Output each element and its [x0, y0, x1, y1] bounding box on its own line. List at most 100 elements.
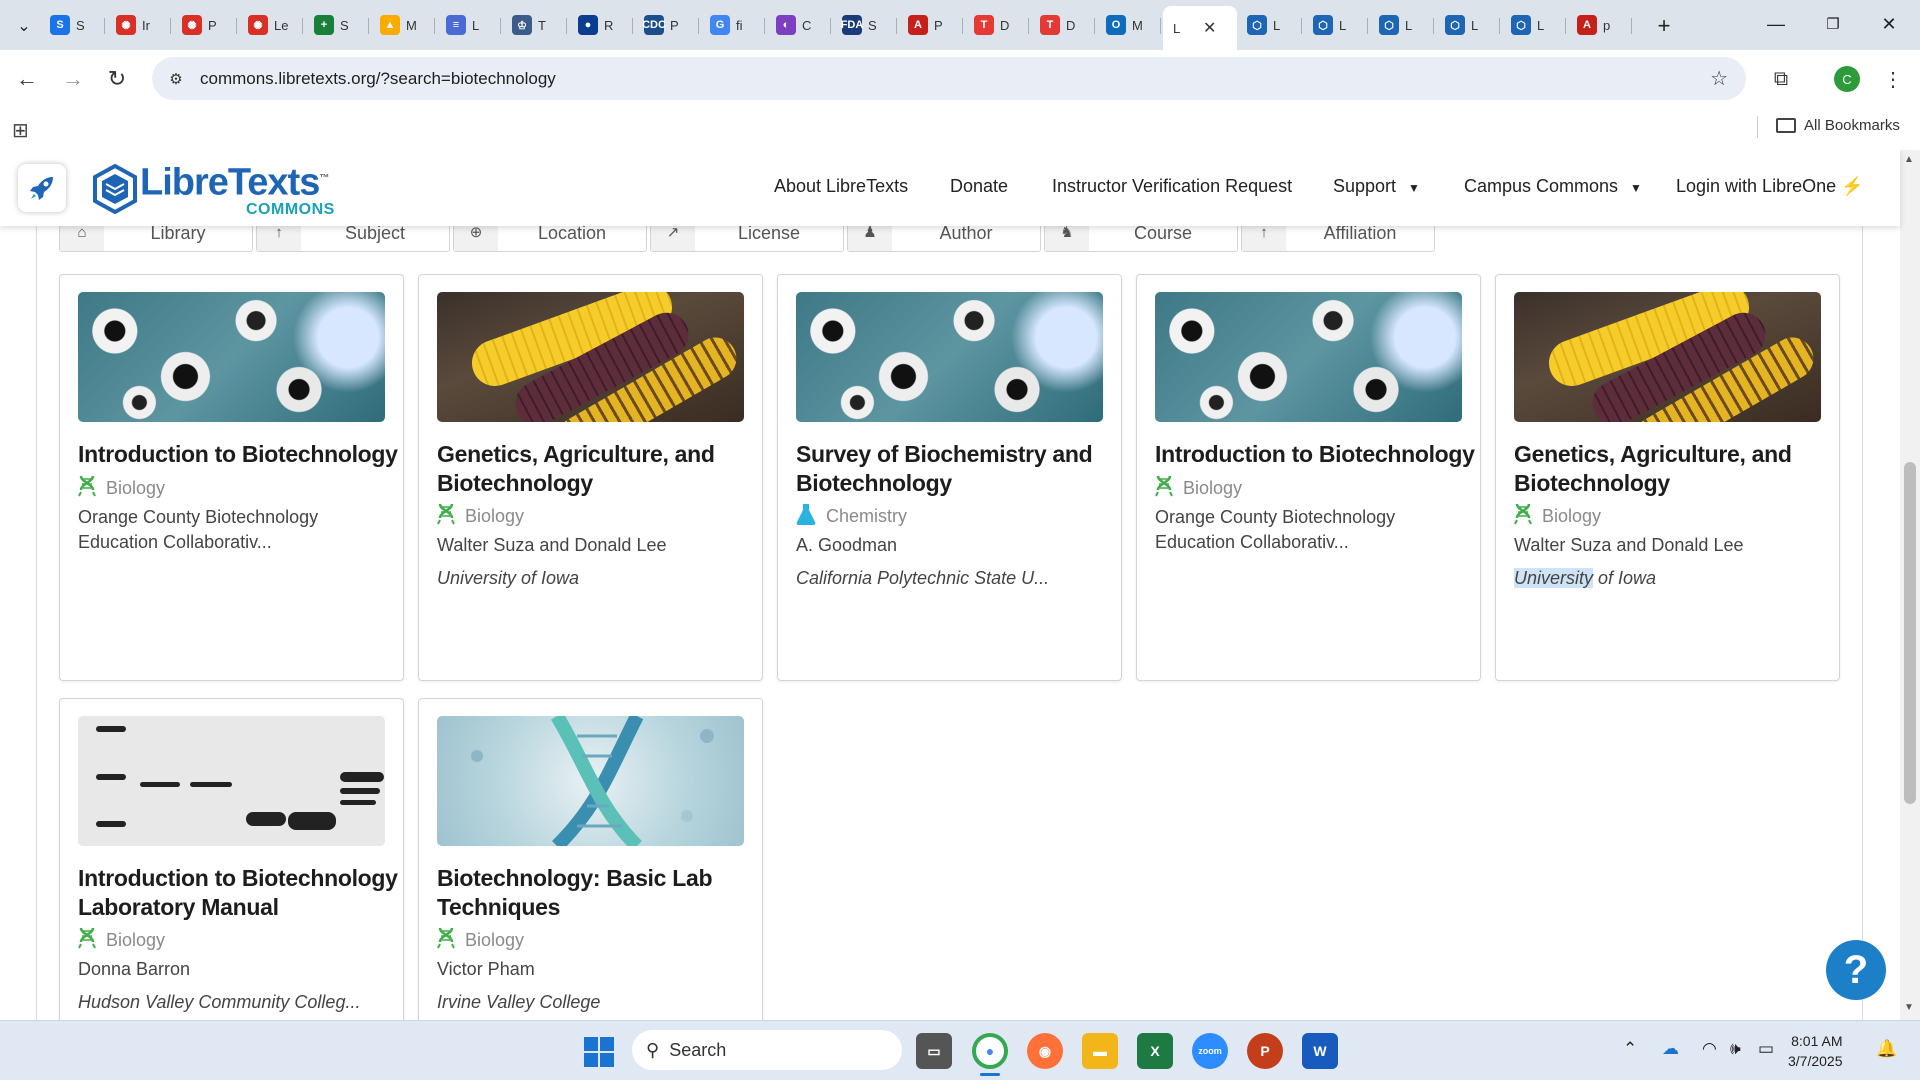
battery-icon[interactable]: ▭	[1758, 1039, 1774, 1059]
result-title[interactable]: Genetics, Agriculture, and Biotechnology	[437, 440, 757, 498]
forward-icon[interactable]: →	[56, 62, 90, 96]
browser-tab[interactable]: Ap	[1567, 8, 1631, 42]
browser-tab[interactable]: ⬡ L	[1435, 8, 1499, 42]
browser-tab[interactable]: ✺ Le	[238, 8, 302, 42]
browser-tab[interactable]: L ✕	[1163, 6, 1237, 50]
browser-tab[interactable]: TD	[964, 8, 1028, 42]
reload-icon[interactable]: ↻	[100, 62, 134, 96]
back-icon[interactable]: ←	[10, 62, 44, 96]
result-title[interactable]: Genetics, Agriculture, and Biotechnology	[1514, 440, 1834, 498]
browser-tab[interactable]: ● R	[568, 8, 632, 42]
file-explorer-icon[interactable]: ▬	[1082, 1033, 1118, 1069]
tab-title: L	[472, 17, 480, 33]
browser-tab[interactable]: Gfi	[700, 8, 764, 42]
browser-tab[interactable]: ≡ L	[436, 8, 500, 42]
task-view-icon[interactable]: ▭	[916, 1033, 952, 1069]
result-card[interactable]: Introduction to Biotechnology Biology Oran…	[1136, 274, 1481, 681]
result-affiliation: Hudson Valley Community Colleg...	[78, 992, 361, 1012]
browser-tab[interactable]: TD	[1030, 8, 1094, 42]
site-info-icon[interactable]: ⚙	[160, 70, 192, 88]
wifi-icon[interactable]: ◠	[1702, 1039, 1717, 1059]
new-tab-icon[interactable]: +	[1648, 10, 1680, 42]
petri-dish-image[interactable]	[796, 292, 1103, 422]
browser-tab[interactable]: ✺ P	[172, 8, 236, 42]
word-icon[interactable]: W	[1302, 1033, 1338, 1069]
result-title[interactable]: Survey of Biochemistry and Biotechnology	[796, 440, 1116, 498]
browser-tab[interactable]: AP	[898, 8, 962, 42]
scrollbar-thumb[interactable]	[1904, 462, 1916, 804]
corn-image[interactable]	[1514, 292, 1821, 422]
petri-dish-image[interactable]	[1155, 292, 1462, 422]
browser-tab[interactable]: ✺ Ir	[106, 8, 170, 42]
dna-icon	[437, 503, 455, 530]
browser-tab[interactable]: ⬡ L	[1369, 8, 1433, 42]
powerpoint-icon[interactable]: P	[1247, 1033, 1283, 1069]
volume-icon[interactable]: 🕪	[1730, 1039, 1741, 1059]
address-bar[interactable]: ⚙ commons.libretexts.org/?search=biotech…	[152, 57, 1746, 100]
firefox-taskbar-icon[interactable]: ◉	[1027, 1033, 1063, 1069]
result-title[interactable]: Biotechnology: Basic Lab Techniques	[437, 864, 757, 922]
dna-helix-image[interactable]	[437, 716, 744, 846]
browser-tab[interactable]: FDA S	[832, 8, 896, 42]
all-bookmarks-button[interactable]: All Bookmarks	[1776, 117, 1900, 134]
nav-campus-commons[interactable]: Campus Commons ▼	[1464, 176, 1642, 197]
taskbar-search[interactable]: ⚲ Search	[632, 1030, 902, 1070]
notification-icon[interactable]: 🔔	[1876, 1039, 1897, 1059]
tray-chevron-icon[interactable]: ⌃	[1623, 1039, 1637, 1059]
result-title[interactable]: Introduction to Biotechnology	[1155, 440, 1475, 469]
rocket-launcher-icon[interactable]	[18, 164, 66, 212]
corn-image[interactable]	[437, 292, 744, 422]
page-scrollbar[interactable]: ▲ ▼	[1900, 150, 1920, 1020]
browser-tab[interactable]: ⬡ L	[1501, 8, 1565, 42]
result-subject: Biology	[1514, 503, 1601, 530]
windows-start-icon[interactable]	[584, 1037, 614, 1067]
tab-favicon-icon: ⬡	[1445, 15, 1465, 35]
extensions-icon[interactable]: ⧉	[1764, 62, 1798, 96]
browser-tab[interactable]: ◐ C	[766, 8, 830, 42]
result-card[interactable]: Genetics, Agriculture, and Biotechnology…	[1495, 274, 1840, 681]
browser-tab[interactable]: ⬡ L	[1303, 8, 1367, 42]
browser-tab[interactable]: SS	[40, 8, 104, 42]
nav-donate[interactable]: Donate	[950, 176, 1008, 197]
result-card[interactable]: Introduction to Biotechnology Laboratory…	[59, 698, 404, 1020]
nav-about[interactable]: About LibreTexts	[774, 176, 908, 197]
scroll-up-icon[interactable]: ▲	[1904, 154, 1914, 165]
excel-icon[interactable]: X	[1137, 1033, 1173, 1069]
tab-search-dropdown-icon[interactable]: ⌄	[8, 10, 40, 42]
restore-icon[interactable]: ❐	[1810, 6, 1856, 42]
browser-tab[interactable]: CDC P	[634, 8, 698, 42]
result-card[interactable]: Survey of Biochemistry and Biotechnology…	[777, 274, 1122, 681]
petri-dish-image[interactable]	[78, 292, 385, 422]
result-card[interactable]: Biotechnology: Basic Lab Techniques Biolo…	[418, 698, 763, 1020]
result-title[interactable]: Introduction to Biotechnology	[78, 440, 398, 469]
nav-instructor-verification[interactable]: Instructor Verification Request	[1052, 176, 1292, 197]
browser-tab[interactable]: ▲ M	[370, 8, 434, 42]
close-tab-icon[interactable]: ✕	[1203, 18, 1216, 38]
gel-electrophoresis-image[interactable]	[78, 716, 385, 846]
nav-support[interactable]: Support ▼	[1333, 176, 1420, 197]
browser-tab[interactable]: + S	[304, 8, 368, 42]
chrome-taskbar-icon[interactable]: ●	[972, 1033, 1008, 1069]
url-text[interactable]: commons.libretexts.org/?search=biotechno…	[200, 69, 556, 89]
subject-label: Biology	[106, 930, 166, 950]
result-card[interactable]: Genetics, Agriculture, and Biotechnology…	[418, 274, 763, 681]
apps-grid-icon[interactable]: ⊞	[12, 118, 29, 143]
result-title[interactable]: Introduction to Biotechnology Laboratory…	[78, 864, 398, 922]
libretexts-commons-logo[interactable]: LibreTexts™ COMMONS	[92, 156, 335, 222]
browser-tab[interactable]: OM	[1096, 8, 1160, 42]
help-button[interactable]: ?	[1826, 940, 1886, 1000]
browser-tab[interactable]: ⬡ L	[1237, 8, 1301, 42]
profile-avatar[interactable]: C	[1834, 66, 1860, 92]
system-clock[interactable]: 8:01 AM 3/7/2025	[1788, 1031, 1843, 1071]
bookmark-star-icon[interactable]: ☆	[1710, 66, 1728, 91]
nav-login[interactable]: Login with LibreOne ⚡	[1676, 176, 1864, 197]
menu-icon[interactable]: ⋮	[1876, 62, 1910, 96]
scroll-down-icon[interactable]: ▼	[1904, 1002, 1914, 1013]
minimize-icon[interactable]: —	[1753, 6, 1799, 42]
zoom-icon[interactable]: zoom	[1192, 1033, 1228, 1069]
close-window-icon[interactable]: ✕	[1866, 6, 1912, 42]
onedrive-icon[interactable]: ☁	[1662, 1039, 1679, 1059]
browser-tab[interactable]: ♔ T	[502, 8, 566, 42]
result-card[interactable]: Introduction to Biotechnology Biology Oran…	[59, 274, 404, 681]
subject-label: Biology	[465, 930, 525, 950]
